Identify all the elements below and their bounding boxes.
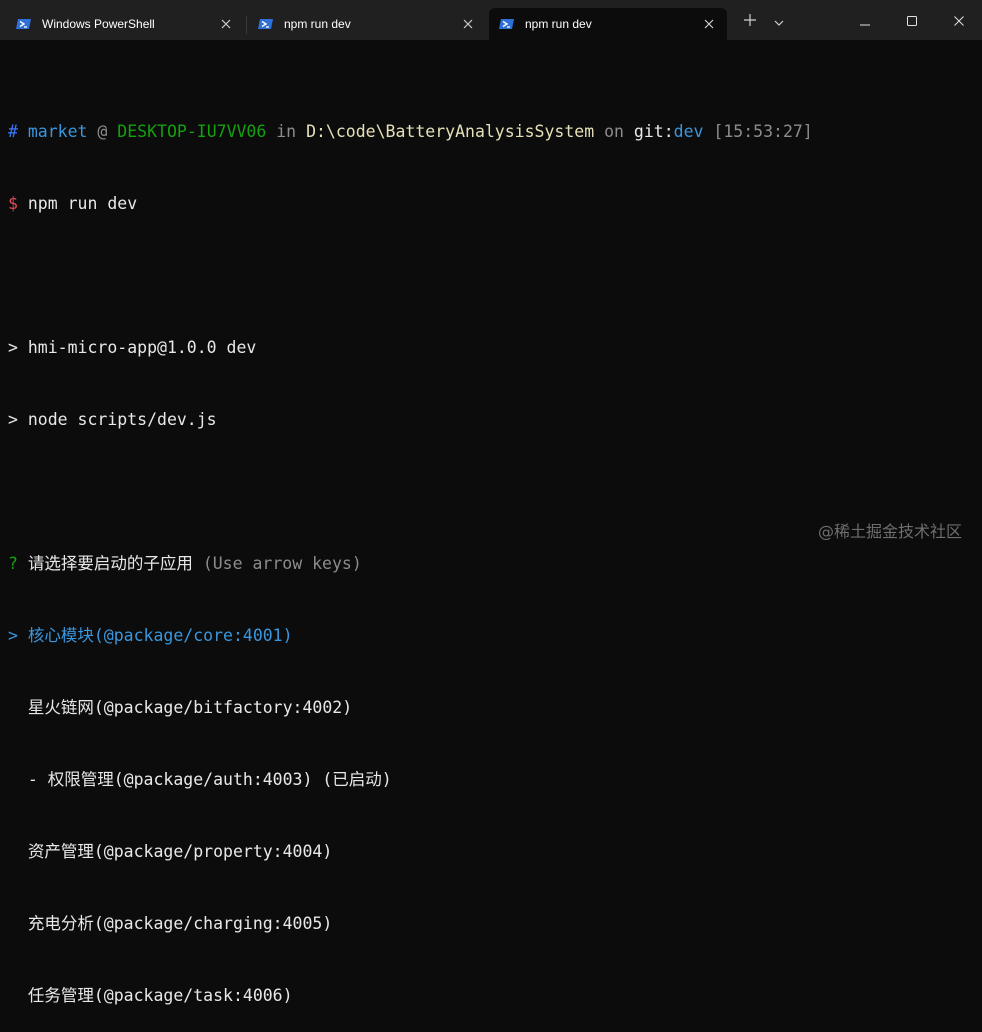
title-bar: Windows PowerShell npm run dev npm run d… — [0, 0, 982, 40]
prompt-git: git: — [633, 122, 674, 141]
option-pointer: > — [8, 626, 18, 645]
option-item-selected[interactable]: > 核心模块(@package/core:4001) — [8, 624, 982, 648]
prompt-line: # market @ DESKTOP-IU7VV06 in D:\code\Ba… — [8, 120, 982, 144]
powershell-icon — [499, 16, 515, 32]
close-icon — [954, 11, 964, 30]
minimize-icon — [860, 11, 870, 30]
maximize-button[interactable] — [889, 0, 935, 40]
minimize-button[interactable] — [842, 0, 888, 40]
option-label: 充电分析(@package/charging:4005) — [27, 914, 333, 933]
tab-dropdown-button[interactable] — [766, 5, 792, 35]
close-window-button[interactable] — [936, 0, 982, 40]
command-line: $ npm run dev — [8, 192, 982, 216]
question-text: 请选择要启动的子应用 — [27, 554, 193, 573]
powershell-icon — [258, 16, 274, 32]
option-item[interactable]: 资产管理(@package/property:4004) — [8, 840, 982, 864]
prompt-at: @ — [97, 122, 108, 141]
prompt-user: market — [27, 122, 88, 141]
new-tab-button[interactable] — [736, 5, 764, 35]
prompt-dollar: $ — [8, 194, 18, 213]
option-pointer — [8, 986, 18, 1005]
prompt-hash: # — [8, 122, 18, 141]
option-item-disabled: - 权限管理(@package/auth:4003) (已启动) — [8, 768, 982, 792]
option-label: - 权限管理(@package/auth:4003) (已启动) — [27, 770, 392, 789]
plus-icon — [744, 11, 756, 30]
tab-label: npm run dev — [284, 17, 351, 31]
chevron-down-icon — [774, 11, 784, 30]
watermark: @稀土掘金技术社区 — [817, 522, 962, 541]
option-label: 核心模块(@package/core:4001) — [27, 626, 293, 645]
output-line: > hmi-micro-app@1.0.0 dev — [8, 338, 257, 357]
option-item[interactable]: 星火链网(@package/bitfactory:4002) — [8, 696, 982, 720]
maximize-icon — [907, 11, 917, 30]
option-label: 星火链网(@package/bitfactory:4002) — [27, 698, 353, 717]
terminal-output[interactable]: # market @ DESKTOP-IU7VV06 in D:\code\Ba… — [8, 72, 982, 1032]
powershell-icon — [16, 16, 32, 32]
option-item[interactable]: 充电分析(@package/charging:4005) — [8, 912, 982, 936]
option-label: 任务管理(@package/task:4006) — [27, 986, 293, 1005]
option-label: 资产管理(@package/property:4004) — [27, 842, 333, 861]
output-line: > node scripts/dev.js — [8, 410, 217, 429]
command-text: npm run dev — [27, 194, 138, 213]
tab-divider — [246, 16, 247, 34]
tab-label: Windows PowerShell — [42, 17, 155, 31]
option-pointer — [8, 770, 18, 789]
tab-npm-run-dev[interactable]: npm run dev — [248, 8, 486, 40]
prompt-time: [15:53:27] — [713, 122, 813, 141]
question-mark: ? — [8, 554, 18, 573]
option-item[interactable]: 任务管理(@package/task:4006) — [8, 984, 982, 1008]
tab-npm-run-dev-active[interactable]: npm run dev — [489, 8, 727, 40]
tab-label: npm run dev — [525, 17, 592, 31]
prompt-in: in — [276, 122, 297, 141]
option-pointer — [8, 842, 18, 861]
question-line: ? 请选择要启动的子应用 (Use arrow keys) — [8, 552, 982, 576]
prompt-branch: dev — [673, 122, 704, 141]
option-pointer — [8, 914, 18, 933]
prompt-host: DESKTOP-IU7VV06 — [117, 122, 267, 141]
close-icon[interactable] — [456, 12, 480, 36]
close-icon[interactable] — [697, 12, 721, 36]
tab-windows-powershell[interactable]: Windows PowerShell — [6, 8, 244, 40]
prompt-path: D:\code\BatteryAnalysisSystem — [306, 122, 595, 141]
prompt-on: on — [604, 122, 624, 141]
question-hint: (Use arrow keys) — [202, 554, 362, 573]
option-pointer — [8, 698, 18, 717]
close-icon[interactable] — [214, 12, 238, 36]
